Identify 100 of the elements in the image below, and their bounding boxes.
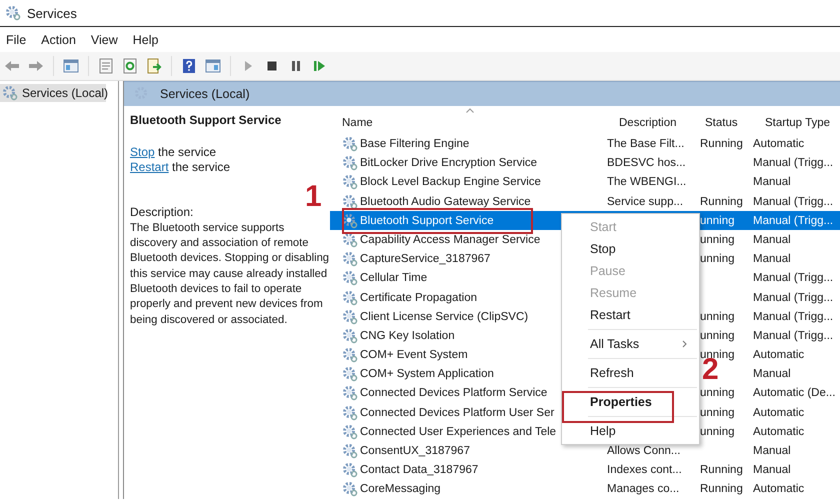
submenu-icon — [682, 340, 687, 348]
menu-item[interactable]: Help — [562, 420, 699, 442]
table-cell: Manual — [753, 176, 791, 188]
gear-icon — [342, 290, 358, 306]
menu-item[interactable]: Action — [41, 32, 76, 46]
gear-icon — [342, 174, 358, 190]
service-title: Bluetooth Support Service — [130, 113, 282, 128]
table-cell: Allows Conn... — [607, 445, 681, 458]
table-cell[interactable]: Certificate Propagation — [360, 292, 477, 304]
table-cell[interactable]: COM+ Event System — [360, 349, 468, 362]
table-cell[interactable]: Block Level Backup Engine Service — [360, 176, 541, 188]
description-label: Description: — [130, 205, 194, 221]
properties-icon[interactable] — [98, 58, 114, 74]
gear-icon — [342, 155, 358, 172]
table-cell[interactable]: Connected Devices Platform Service — [360, 387, 548, 400]
service-link[interactable]: Restart — [130, 160, 169, 174]
table-cell: unning — [700, 349, 735, 362]
table-cell: unning — [700, 253, 735, 266]
menu-item[interactable]: Help — [132, 32, 158, 46]
table-cell[interactable]: CNG Key Isolation — [360, 330, 455, 342]
table-cell: Manual (Trigg... — [753, 272, 834, 284]
table-cell: Service supp... — [607, 196, 684, 208]
gear-icon — [342, 136, 358, 152]
column-header[interactable]: Description — [619, 117, 705, 130]
back-icon[interactable] — [4, 58, 20, 74]
table-cell: Running — [700, 483, 743, 496]
table-cell[interactable]: CoreMessaging — [360, 483, 441, 496]
gear-icon — [342, 212, 358, 229]
column-header[interactable]: Startup Type — [765, 117, 840, 130]
table-cell: unning — [700, 387, 735, 400]
table-cell: Manual (Trigg... — [753, 310, 834, 323]
export-icon[interactable] — [146, 58, 162, 74]
table-cell[interactable]: Connected Devices Platform User Ser — [360, 406, 554, 419]
gear-icon — [342, 385, 358, 402]
help-icon[interactable] — [181, 58, 197, 74]
menu-item[interactable]: Refresh — [562, 362, 699, 384]
gear-icon — [2, 85, 18, 101]
table-cell: unning — [700, 310, 735, 323]
gear-icon — [342, 347, 358, 364]
gear-icon — [342, 270, 358, 286]
table-cell[interactable]: COM+ System Application — [360, 368, 494, 380]
step-number: 1 — [305, 182, 322, 212]
action-text: Restart the service — [130, 160, 232, 176]
forward-icon[interactable] — [28, 58, 44, 74]
table-cell: Running — [700, 196, 743, 208]
table-cell: The Base Filt... — [607, 138, 684, 150]
gear-icon — [342, 251, 358, 268]
column-header[interactable]: Status — [705, 117, 765, 130]
table-cell: Automatic — [753, 138, 804, 150]
menu-item[interactable]: View — [90, 32, 118, 46]
service-link[interactable]: Stop — [130, 145, 155, 160]
menu-item[interactable]: File — [6, 32, 26, 46]
table-cell: Manages co... — [607, 483, 680, 496]
table-cell: Automatic — [753, 349, 804, 362]
tree-item[interactable]: Services (Local) — [0, 84, 106, 102]
table-cell: unning — [700, 234, 735, 246]
table-cell[interactable]: Cellular Time — [360, 272, 428, 284]
window-title: Services — [27, 6, 77, 20]
table-cell[interactable]: ConsentUX_3187967 — [360, 445, 470, 458]
menu-item[interactable]: Restart — [562, 304, 699, 326]
sort-icon — [466, 108, 474, 114]
column-header[interactable]: Name — [342, 117, 619, 130]
table-cell[interactable]: BitLocker Drive Encryption Service — [360, 157, 538, 170]
table-cell[interactable]: Client License Service (ClipSVC) — [360, 310, 528, 323]
table-cell: Indexes cont... — [607, 464, 682, 476]
table-cell: Manual — [753, 253, 791, 266]
table-cell[interactable]: Bluetooth Support Service — [360, 214, 494, 227]
table-cell: Running — [700, 138, 743, 150]
menu-item[interactable]: Properties — [562, 391, 699, 413]
table-cell: Automatic — [753, 406, 804, 419]
table-cell: Manual (Trigg... — [753, 214, 834, 227]
description-text: The Bluetooth service supports discovery and association of remote Bluetooth devices. Stopping or disabling this service may cause already installed Bluetooth devices to fail to operate properly and prevent new devices from being discovered or associated. — [130, 220, 330, 328]
table-cell[interactable]: Bluetooth Audio Gateway Service — [360, 196, 531, 208]
table-cell: Automatic — [753, 426, 804, 438]
pane-icon[interactable] — [205, 58, 221, 74]
gear-icon — [342, 308, 358, 325]
console-tree-icon[interactable] — [63, 58, 79, 74]
menu-item[interactable]: All Tasks — [562, 333, 699, 355]
gear-icon — [342, 194, 358, 210]
table-cell[interactable]: Capability Access Manager Service — [360, 234, 540, 246]
menu-item[interactable]: Stop — [562, 238, 699, 260]
table-cell: Manual (Trigg... — [753, 157, 834, 170]
table-cell: Manual (Trigg... — [753, 196, 834, 208]
pane-title: Services (Local) — [160, 87, 250, 102]
table-cell: BDESVC hos... — [607, 157, 686, 170]
table-cell: Automatic (De... — [753, 387, 836, 400]
gear-icon — [342, 424, 358, 440]
table-cell: Manual — [753, 368, 791, 380]
refresh-icon[interactable] — [122, 58, 138, 74]
table-cell[interactable]: CaptureService_3187967 — [360, 253, 490, 266]
table-cell: unning — [700, 330, 735, 342]
table-cell[interactable]: Connected User Experiences and Tele — [360, 426, 556, 438]
table-cell[interactable]: Contact Data_3187967 — [360, 464, 478, 476]
table-cell: Manual — [753, 445, 791, 458]
gear-icon — [5, 5, 21, 21]
table-cell[interactable]: Base Filtering Engine — [360, 138, 470, 150]
gear-icon — [342, 443, 358, 460]
table-cell: unning — [700, 214, 735, 227]
table-cell: Manual (Trigg... — [753, 292, 834, 304]
gear-icon — [342, 366, 358, 382]
